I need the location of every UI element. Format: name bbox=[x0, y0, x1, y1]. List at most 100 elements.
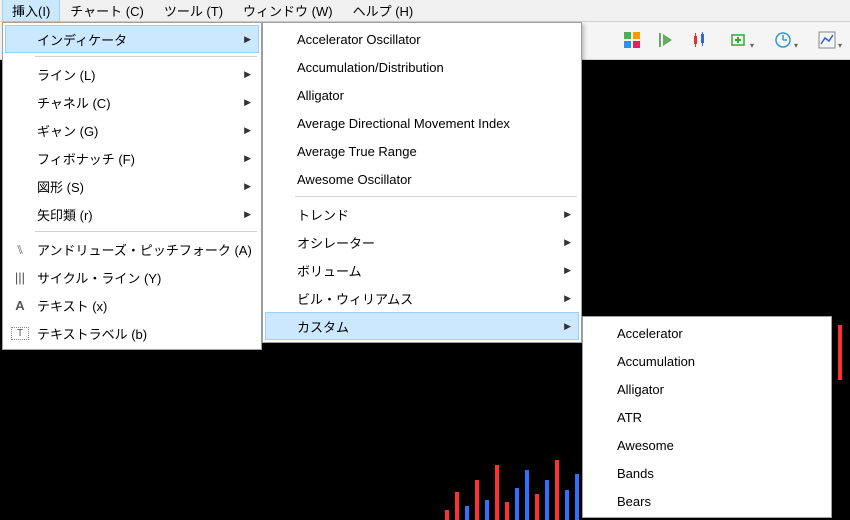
menu-item-label: トレンド bbox=[297, 205, 349, 224]
menu-item-label: Awesome bbox=[617, 438, 674, 453]
toolbar-grid-button[interactable] bbox=[618, 26, 646, 54]
candle bbox=[565, 490, 569, 520]
menu-item-line[interactable]: ライン (L) bbox=[5, 60, 259, 88]
menu-item-volume[interactable]: ボリューム bbox=[265, 256, 579, 284]
menu-item-accelerator-oscillator[interactable]: Accelerator Oscillator bbox=[265, 25, 579, 53]
menu-item-andrews-pitchfork[interactable]: ⑊ アンドリューズ・ピッチフォーク (A) bbox=[5, 235, 259, 263]
menu-item-label: 矢印類 (r) bbox=[37, 205, 93, 224]
candle bbox=[485, 500, 489, 520]
menu-item-label: Accelerator Oscillator bbox=[297, 32, 421, 47]
insert-menu: インディケータ ライン (L) チャネル (C) ギャン (G) フィボナッチ … bbox=[2, 22, 262, 350]
menu-item-label: Average True Range bbox=[297, 144, 417, 159]
menubar: 挿入(I) チャート (C) ツール (T) ウィンドウ (W) ヘルプ (H) bbox=[0, 0, 850, 22]
menu-window[interactable]: ウィンドウ (W) bbox=[233, 0, 343, 22]
menu-item-label: Average Directional Movement Index bbox=[297, 116, 510, 131]
candle bbox=[465, 506, 469, 520]
menu-help[interactable]: ヘルプ (H) bbox=[343, 0, 424, 22]
menu-tool[interactable]: ツール (T) bbox=[154, 0, 233, 22]
toolbar-time-button[interactable] bbox=[764, 26, 802, 54]
menu-item-gann[interactable]: ギャン (G) bbox=[5, 116, 259, 144]
menu-item-label: インディケータ bbox=[37, 30, 127, 49]
menu-item-label: ボリューム bbox=[297, 261, 362, 280]
cycle-lines-icon: ||| bbox=[11, 270, 29, 285]
menu-item-text[interactable]: A テキスト (x) bbox=[5, 291, 259, 319]
menu-item-label: テキスト (x) bbox=[37, 296, 107, 315]
candle bbox=[545, 480, 549, 520]
candle bbox=[475, 480, 479, 520]
menu-item-label: Accumulation/Distribution bbox=[297, 60, 444, 75]
menu-item-label: Awesome Oscillator bbox=[297, 172, 412, 187]
menu-item-adx[interactable]: Average Directional Movement Index bbox=[265, 109, 579, 137]
menu-insert[interactable]: 挿入(I) bbox=[2, 0, 60, 22]
grid-icon bbox=[623, 31, 641, 49]
candle bbox=[505, 502, 509, 520]
toolbar-play-button[interactable] bbox=[652, 26, 680, 54]
menu-item-indicator[interactable]: インディケータ bbox=[5, 25, 259, 53]
menu-item-label: ATR bbox=[617, 410, 642, 425]
menu-item-label: チャネル (C) bbox=[37, 93, 111, 112]
play-icon bbox=[657, 31, 675, 49]
menu-item-atr[interactable]: Average True Range bbox=[265, 137, 579, 165]
menu-separator bbox=[35, 231, 257, 232]
text-label-icon: T bbox=[11, 327, 29, 340]
menu-item-label: ライン (L) bbox=[37, 65, 96, 84]
menu-item-label: Accelerator bbox=[617, 326, 683, 341]
menu-item-label: ビル・ウィリアムス bbox=[297, 289, 413, 308]
menu-item-custom-awesome[interactable]: Awesome bbox=[585, 431, 829, 459]
toolbar-add-button[interactable] bbox=[720, 26, 758, 54]
candle bbox=[555, 460, 559, 520]
candle bbox=[495, 465, 499, 520]
menu-item-custom-accelerator[interactable]: Accelerator bbox=[585, 319, 829, 347]
text-a-icon: A bbox=[11, 298, 29, 313]
menu-item-label: Alligator bbox=[617, 382, 664, 397]
candle bbox=[575, 474, 579, 520]
menu-item-alligator[interactable]: Alligator bbox=[265, 81, 579, 109]
menu-item-custom-atr[interactable]: ATR bbox=[585, 403, 829, 431]
indicator-submenu: Accelerator Oscillator Accumulation/Dist… bbox=[262, 22, 582, 343]
menu-separator bbox=[295, 196, 577, 197]
pitchfork-icon: ⑊ bbox=[11, 242, 29, 257]
menu-item-label: テキストラベル (b) bbox=[37, 324, 147, 343]
toolbar-right-group bbox=[618, 26, 846, 54]
menu-item-shapes[interactable]: 図形 (S) bbox=[5, 172, 259, 200]
menu-item-fibonacci[interactable]: フィボナッチ (F) bbox=[5, 144, 259, 172]
toolbar-candles-button[interactable] bbox=[686, 26, 714, 54]
candle bbox=[535, 494, 539, 520]
menu-item-label: Accumulation bbox=[617, 354, 695, 369]
menu-item-label: Alligator bbox=[297, 88, 344, 103]
menu-item-text-label[interactable]: T テキストラベル (b) bbox=[5, 319, 259, 347]
candle bbox=[515, 488, 519, 520]
menu-item-custom-bands[interactable]: Bands bbox=[585, 459, 829, 487]
candle bbox=[455, 492, 459, 520]
menu-item-trend[interactable]: トレンド bbox=[265, 200, 579, 228]
line-chart-icon bbox=[818, 31, 836, 49]
menu-item-label: Bears bbox=[617, 494, 651, 509]
menu-item-custom[interactable]: カスタム bbox=[265, 312, 579, 340]
custom-submenu: Accelerator Accumulation Alligator ATR A… bbox=[582, 316, 832, 518]
menu-item-accumulation-distribution[interactable]: Accumulation/Distribution bbox=[265, 53, 579, 81]
menu-item-custom-accumulation[interactable]: Accumulation bbox=[585, 347, 829, 375]
menu-item-bill-williams[interactable]: ビル・ウィリアムス bbox=[265, 284, 579, 312]
candles-icon bbox=[691, 31, 709, 49]
candle bbox=[525, 470, 529, 520]
menu-item-label: サイクル・ライン (Y) bbox=[37, 268, 161, 287]
menu-item-label: ギャン (G) bbox=[37, 121, 98, 140]
plus-icon bbox=[730, 31, 748, 49]
menu-item-channel[interactable]: チャネル (C) bbox=[5, 88, 259, 116]
menu-item-label: 図形 (S) bbox=[37, 177, 84, 196]
menu-item-label: カスタム bbox=[297, 317, 349, 336]
menu-item-custom-bears[interactable]: Bears bbox=[585, 487, 829, 515]
menu-item-cycle-line[interactable]: ||| サイクル・ライン (Y) bbox=[5, 263, 259, 291]
menu-item-label: オシレーター bbox=[297, 233, 375, 252]
menu-chart[interactable]: チャート (C) bbox=[60, 0, 154, 22]
menu-item-label: フィボナッチ (F) bbox=[37, 149, 135, 168]
candle bbox=[445, 510, 449, 520]
menu-item-arrows[interactable]: 矢印類 (r) bbox=[5, 200, 259, 228]
clock-icon bbox=[774, 31, 792, 49]
menu-item-oscillator[interactable]: オシレーター bbox=[265, 228, 579, 256]
menu-item-label: アンドリューズ・ピッチフォーク (A) bbox=[37, 240, 252, 259]
menu-item-custom-alligator[interactable]: Alligator bbox=[585, 375, 829, 403]
menu-item-awesome-oscillator[interactable]: Awesome Oscillator bbox=[265, 165, 579, 193]
toolbar-chart-style-button[interactable] bbox=[808, 26, 846, 54]
menu-separator bbox=[35, 56, 257, 57]
